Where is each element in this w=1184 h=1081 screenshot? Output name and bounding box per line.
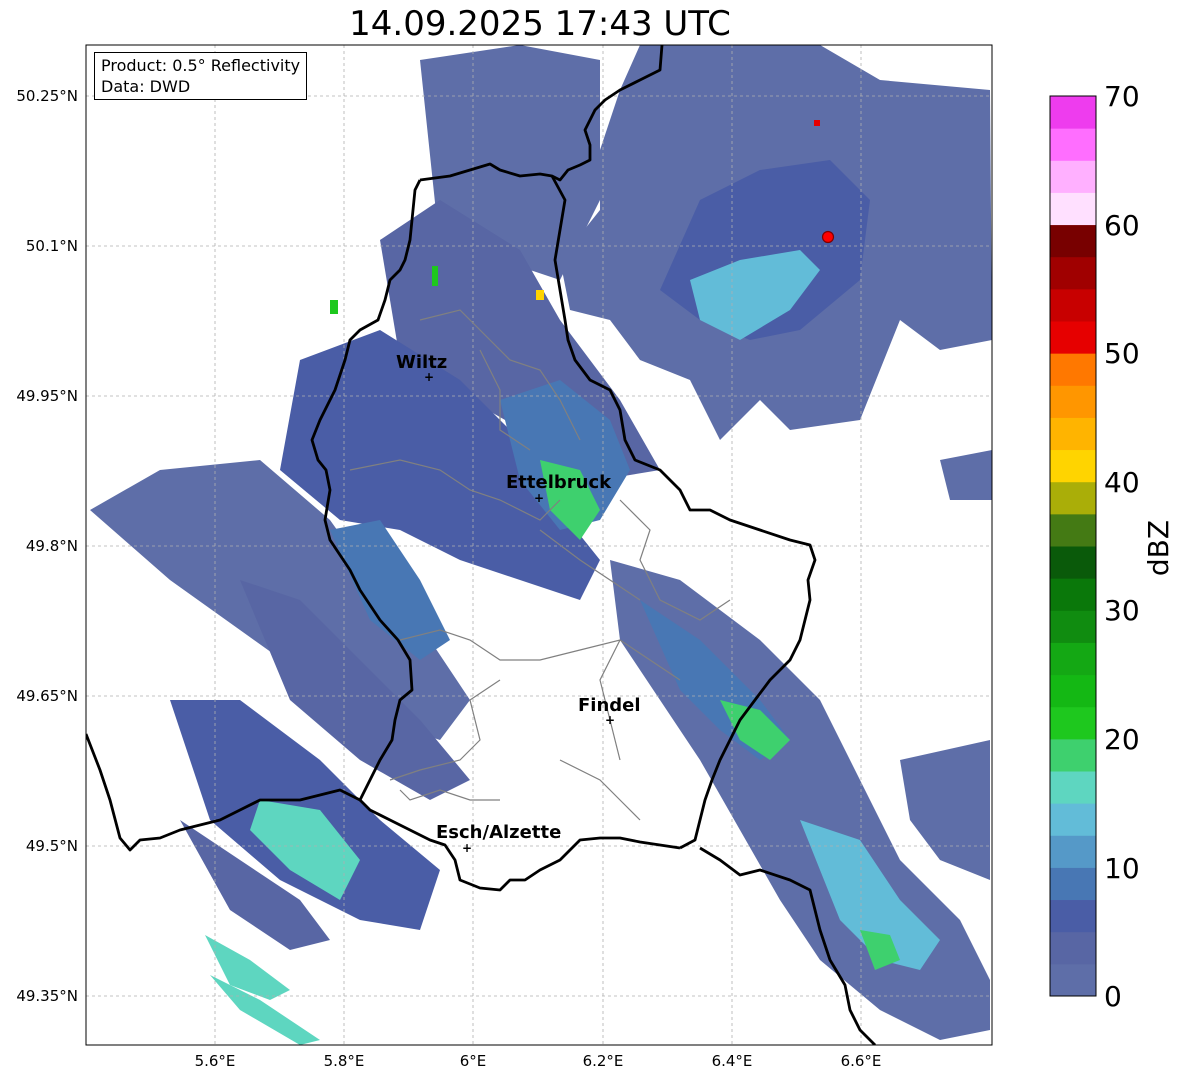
product-text: Product: 0.5° Reflectivity <box>101 56 301 75</box>
colorbar-swatch <box>1050 674 1096 708</box>
colorbar-swatch <box>1050 578 1096 611</box>
lon-tick: 6°E <box>460 1052 487 1070</box>
svg-text:Esch/Alzette: Esch/Alzette <box>436 822 561 843</box>
colorbar-swatch <box>1050 353 1096 386</box>
colorbar-swatch <box>1050 449 1096 483</box>
svg-text:Ettelbruck: Ettelbruck <box>506 472 612 493</box>
colorbar-tick: 50 <box>1104 337 1140 370</box>
svg-text:+: + <box>605 713 615 727</box>
colorbar-swatch <box>1050 963 1096 997</box>
colorbar-swatch <box>1050 385 1096 418</box>
lat-tick: 50.1°N <box>26 237 78 255</box>
lat-tick: 49.5°N <box>26 837 78 855</box>
colorbar-tick: 70 <box>1104 80 1140 113</box>
colorbar-swatch <box>1050 738 1096 772</box>
lon-tick: 5.8°E <box>324 1052 365 1070</box>
colorbar-tick: 10 <box>1104 852 1140 885</box>
colorbar-swatch <box>1050 835 1096 868</box>
colorbar-label: dBZ <box>1142 520 1175 576</box>
lon-tick: 6.2°E <box>583 1052 624 1070</box>
colorbar-swatches <box>1050 96 1096 997</box>
colorbar-swatch <box>1050 321 1096 354</box>
colorbar-swatch <box>1050 96 1096 129</box>
colorbar-swatch <box>1050 546 1096 579</box>
colorbar-swatch <box>1050 192 1096 226</box>
colorbar-swatch <box>1050 417 1096 451</box>
colorbar-swatch <box>1050 706 1096 740</box>
colorbar: 0 10 20 30 40 50 60 70 dBZ <box>1049 80 1175 1013</box>
colorbar-swatch <box>1050 160 1096 193</box>
colorbar-swatch <box>1050 610 1096 643</box>
svg-text:+: + <box>534 491 544 505</box>
svg-text:Wiltz: Wiltz <box>396 352 447 373</box>
colorbar-swatch <box>1050 513 1096 547</box>
colorbar-swatch <box>1050 803 1096 836</box>
lat-tick: 50.25°N <box>16 87 78 105</box>
colorbar-swatch <box>1050 771 1096 804</box>
colorbar-swatch <box>1050 288 1096 322</box>
radar-map[interactable]: Wiltz + Ettelbruck + Findel + Esch/Alzet… <box>0 0 1184 1081</box>
lat-tick: 49.35°N <box>16 987 78 1005</box>
lat-tick: 49.8°N <box>26 537 78 555</box>
lat-tick: 49.65°N <box>16 687 78 705</box>
lon-tick: 6.4°E <box>712 1052 753 1070</box>
svg-text:+: + <box>462 841 472 855</box>
colorbar-tick: 40 <box>1104 466 1140 499</box>
colorbar-swatch <box>1050 481 1096 515</box>
colorbar-swatch <box>1050 899 1096 933</box>
colorbar-swatch <box>1050 224 1096 258</box>
latitude-axis: 50.25°N 50.1°N 49.95°N 49.8°N 49.65°N 49… <box>16 87 78 1005</box>
colorbar-swatch <box>1050 642 1096 676</box>
lat-tick: 49.95°N <box>16 387 78 405</box>
colorbar-tick: 30 <box>1104 594 1140 627</box>
colorbar-swatch <box>1050 256 1096 290</box>
colorbar-swatch <box>1050 128 1096 161</box>
lon-tick: 5.6°E <box>195 1052 236 1070</box>
svg-text:+: + <box>424 370 434 384</box>
lon-tick: 6.6°E <box>841 1052 882 1070</box>
colorbar-tick: 60 <box>1104 209 1140 242</box>
radar-site-marker[interactable] <box>821 230 835 244</box>
colorbar-tick: 0 <box>1104 980 1122 1013</box>
data-source-text: Data: DWD <box>101 77 191 96</box>
colorbar-swatch <box>1050 867 1096 901</box>
colorbar-swatch <box>1050 931 1096 965</box>
colorbar-tick: 20 <box>1104 723 1140 756</box>
product-info-box: Product: 0.5° Reflectivity Data: DWD <box>94 52 308 100</box>
longitude-axis: 5.6°E 5.8°E 6°E 6.2°E 6.4°E 6.6°E <box>195 1052 882 1070</box>
